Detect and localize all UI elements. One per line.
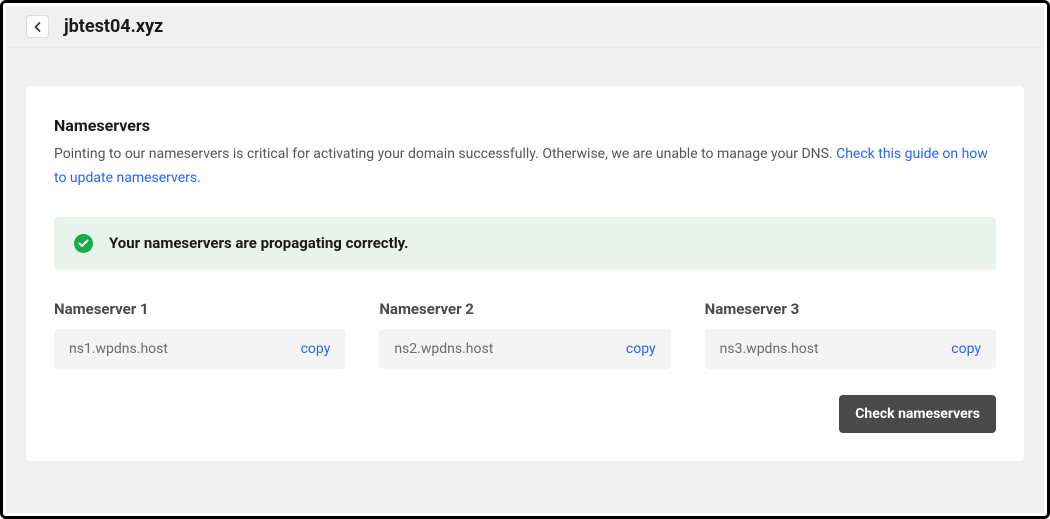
nameserver-col: Nameserver 3 ns3.wpdns.host copy: [705, 300, 996, 369]
nameserver-label: Nameserver 2: [379, 300, 670, 318]
section-title: Nameservers: [54, 116, 996, 135]
status-banner: Your nameservers are propagating correct…: [54, 217, 996, 270]
footer-row: Check nameservers: [54, 395, 996, 433]
nameserver-label: Nameserver 1: [54, 300, 345, 318]
page-header: jbtest04.xyz: [6, 6, 1044, 48]
nameserver-value: ns3.wpdns.host: [720, 341, 819, 357]
nameserver-value: ns2.wpdns.host: [394, 341, 493, 357]
nameserver-box: ns3.wpdns.host copy: [705, 329, 996, 369]
content-card: Nameservers Pointing to our nameservers …: [26, 86, 1024, 461]
copy-button[interactable]: copy: [301, 341, 331, 357]
nameserver-col: Nameserver 1 ns1.wpdns.host copy: [54, 300, 345, 369]
nameserver-label: Nameserver 3: [705, 300, 996, 318]
spacer: [6, 48, 1044, 86]
nameserver-box: ns2.wpdns.host copy: [379, 329, 670, 369]
copy-button[interactable]: copy: [951, 341, 981, 357]
description-suffix: .: [197, 170, 201, 186]
status-text: Your nameservers are propagating correct…: [109, 234, 409, 252]
check-nameservers-button[interactable]: Check nameservers: [839, 395, 996, 433]
copy-button[interactable]: copy: [626, 341, 656, 357]
check-circle-icon: [74, 234, 93, 253]
nameserver-col: Nameserver 2 ns2.wpdns.host copy: [379, 300, 670, 369]
back-button[interactable]: [26, 15, 49, 38]
chevron-left-icon: [34, 22, 41, 32]
section-description: Pointing to our nameservers is critical …: [54, 143, 996, 191]
description-text: Pointing to our nameservers is critical …: [54, 146, 836, 162]
nameserver-value: ns1.wpdns.host: [69, 341, 168, 357]
nameserver-box: ns1.wpdns.host copy: [54, 329, 345, 369]
nameservers-row: Nameserver 1 ns1.wpdns.host copy Nameser…: [54, 300, 996, 369]
page-title: jbtest04.xyz: [64, 16, 163, 37]
